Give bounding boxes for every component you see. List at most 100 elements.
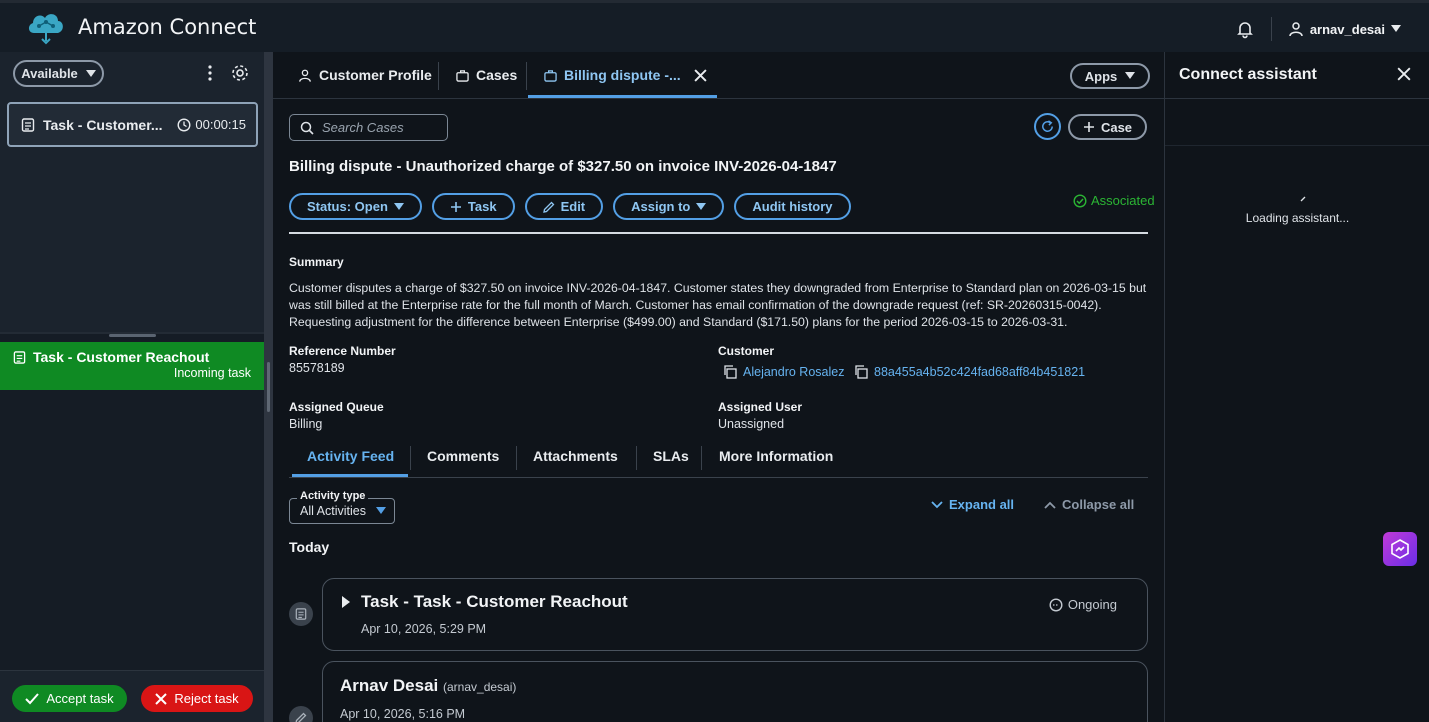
apps-dropdown[interactable]: Apps [1070,63,1150,89]
accept-task-label: Accept task [46,691,114,706]
tab-cases[interactable]: Cases [456,52,517,98]
add-task-button[interactable]: Task [431,193,515,220]
user-icon [1288,21,1304,37]
close-tab-icon[interactable] [694,52,707,98]
tab-comments[interactable]: Comments [427,448,499,464]
caret-right-icon[interactable] [341,596,351,608]
incoming-task-banner[interactable]: Task - Customer Reachout Incoming task [0,342,264,390]
tab-slas[interactable]: SLAs [653,448,689,464]
contact-timer: 00:00:15 [177,117,246,132]
agent-status-dropdown[interactable]: Available [13,60,104,87]
tab-activity-feed[interactable]: Activity Feed [307,448,394,464]
contact-actions: Accept task Reject task [0,670,264,722]
associated-status: Associated [1073,193,1155,208]
collapse-all-label: Collapse all [1062,497,1135,512]
tab-attachments[interactable]: Attachments [533,448,618,464]
search-icon [300,121,314,135]
caret-down-icon [1391,25,1401,33]
search-cases-input[interactable]: Search Cases [289,114,448,141]
refresh-button[interactable] [1034,113,1061,140]
status-dropdown-button[interactable]: Status: Open [289,193,422,220]
expand-all-button[interactable]: Expand all [931,497,1014,512]
activity-author: Arnav Desai (arnav_desai) [340,676,516,696]
status-label: Status: Open [307,199,388,214]
task-icon [13,350,26,364]
audit-label: Audit history [752,199,833,214]
close-icon[interactable] [1397,67,1413,83]
gear-icon[interactable] [230,63,250,83]
summary-heading: Summary [289,255,344,269]
assistant-panel: Connect assistant Loading assistant... [1164,52,1429,722]
incoming-subtitle: Incoming task [173,366,251,380]
user-icon [298,68,312,83]
bell-icon[interactable] [1235,19,1255,39]
assistant-launcher-icon[interactable] [1383,532,1417,566]
incoming-title: Task - Customer Reachout [33,349,210,365]
tab-billing-dispute[interactable]: Billing dispute -... [544,52,681,98]
panel-splitter[interactable] [264,52,273,722]
chevron-down-icon [931,500,943,509]
activity-type-value: All Activities [300,504,366,518]
caret-down-icon [393,202,404,211]
assigned-queue-value: Billing [289,417,323,431]
activity-card[interactable]: Arnav Desai (arnav_desai) Apr 10, 2026, … [322,661,1148,722]
active-contact-card[interactable]: Task - Customer... 00:00:15 [7,102,258,147]
activity-status-label: Ongoing [1067,597,1117,612]
check-circle-icon [1073,193,1087,208]
activity-type-label: Activity type [297,490,369,502]
task-icon [21,117,35,132]
active-tab-indicator [528,95,717,98]
refresh-icon [1040,119,1055,134]
customer-id-link[interactable]: 88a455a4b52c424fad68aff84b451821 [854,365,1085,379]
activity-date: Apr 10, 2026, 5:29 PM [361,622,487,636]
copy-icon[interactable] [854,365,868,379]
customer-name[interactable]: Alejandro Rosalez [743,365,844,379]
contact-label: Task - Customer... [43,116,163,133]
briefcase-icon [456,69,469,82]
add-case-button[interactable]: Case [1068,114,1147,140]
edit-button[interactable]: Edit [524,193,604,220]
copy-icon[interactable] [723,365,737,379]
user-menu[interactable]: arnav_desai [1288,21,1401,37]
assistant-subheader [1165,99,1429,146]
pencil-icon [542,201,555,213]
activity-card[interactable]: Task - Task - Customer Reachout Apr 10, … [322,578,1148,651]
apps-label: Apps [1084,68,1118,84]
tab-customer-profile[interactable]: Customer Profile [298,52,432,98]
workspace-tabs: Customer Profile Cases Billing dispute -… [273,52,1164,99]
customer-name-link[interactable]: Alejandro Rosalez [723,365,844,379]
case-title: Billing dispute - Unauthorized charge of… [289,158,837,175]
assign-to-dropdown[interactable]: Assign to [613,193,725,220]
collapse-all-button[interactable]: Collapse all [1044,497,1134,512]
contact-timer-value: 00:00:15 [195,117,246,132]
reject-task-button[interactable]: Reject task [141,685,253,712]
close-icon [155,692,168,705]
activity-status: Ongoing [1049,597,1117,612]
reference-number-value: 85578189 [289,361,345,375]
more-options-icon[interactable] [202,64,218,82]
caret-down-icon [696,202,707,211]
assistant-title: Connect assistant [1179,66,1317,83]
plus-icon [1083,121,1095,133]
activity-author-name: Arnav Desai [340,676,439,695]
case-subtabs: Activity Feed Comments Attachments SLAs … [289,438,1148,478]
associated-label: Associated [1091,193,1155,208]
task-label: Task [467,199,497,214]
customer-label: Customer [718,344,775,358]
tab-label: Billing dispute -... [564,67,681,83]
resize-handle[interactable] [109,334,156,337]
accept-task-button[interactable]: Accept task [12,685,127,712]
tab-label: Customer Profile [319,67,432,83]
audit-history-button[interactable]: Audit history [734,193,851,220]
caret-down-icon [1125,72,1136,80]
main-workspace: Customer Profile Cases Billing dispute -… [273,52,1164,722]
add-case-label: Case [1100,119,1133,135]
activity-date: Apr 10, 2026, 5:16 PM [340,707,466,721]
customer-id[interactable]: 88a455a4b52c424fad68aff84b451821 [874,365,1085,379]
contact-panel: Available Task - Customer... 00:00:15 Ta… [0,52,264,722]
check-icon [25,692,40,705]
assigned-queue-label: Assigned Queue [289,400,384,414]
pending-icon [1049,597,1063,612]
tab-more-information[interactable]: More Information [719,448,833,464]
briefcase-icon [544,69,557,82]
